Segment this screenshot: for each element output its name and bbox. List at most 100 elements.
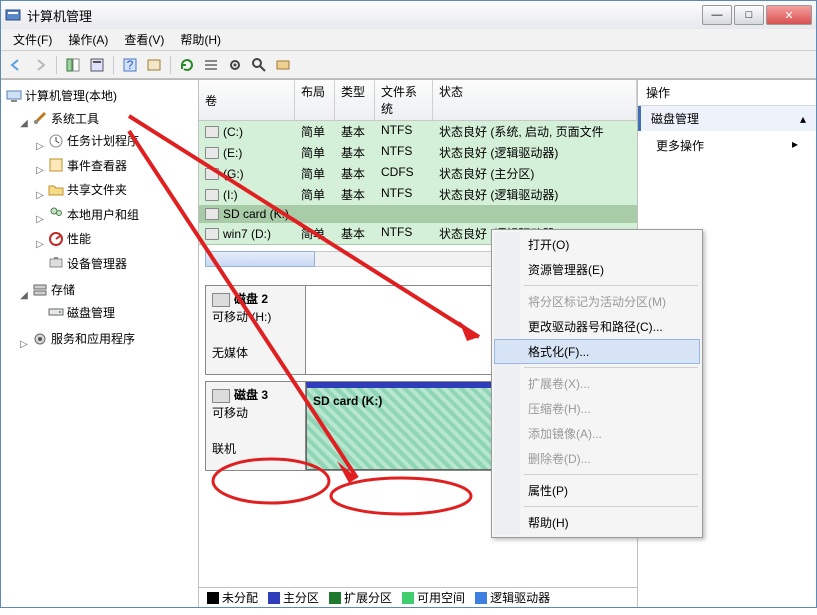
- legend-label: 逻辑驱动器: [490, 589, 550, 606]
- toolbar-icon-find[interactable]: [248, 54, 270, 76]
- title-bar[interactable]: 计算机管理 — □ ✕: [1, 1, 816, 29]
- vol-layout: 简单: [295, 122, 335, 141]
- vol-fs: CDFS: [375, 164, 433, 183]
- ctx-open[interactable]: 打开(O): [494, 232, 700, 257]
- tree-services[interactable]: 服务和应用程序: [29, 329, 138, 348]
- col-volume[interactable]: 卷: [199, 80, 295, 120]
- vol-name: (G:): [223, 167, 244, 181]
- disk-line: 可移动 (H:): [212, 308, 299, 326]
- tree-event-viewer[interactable]: 事件查看器: [45, 156, 130, 175]
- app-icon: [5, 7, 21, 23]
- menu-file[interactable]: 文件(F): [5, 29, 60, 50]
- collapse-icon[interactable]: ▴: [800, 112, 806, 126]
- tree-label: 服务和应用程序: [51, 330, 135, 347]
- disk-line: 联机: [212, 440, 299, 458]
- users-icon: [48, 206, 64, 222]
- volume-row[interactable]: (I:)简单基本NTFS状态良好 (逻辑驱动器): [199, 184, 637, 205]
- tree-storage[interactable]: 存储: [29, 280, 78, 299]
- partition-label: SD card (K:): [313, 394, 382, 408]
- minimize-button[interactable]: —: [702, 5, 732, 25]
- expander-icon[interactable]: ◢: [19, 290, 29, 301]
- vol-fs: NTFS: [375, 122, 433, 141]
- toolbar-icon-list[interactable]: [200, 54, 222, 76]
- expander-icon[interactable]: ▷: [19, 339, 29, 350]
- ctx-format[interactable]: 格式化(F)...: [494, 339, 700, 364]
- disk-info: 磁盘 3 可移动 联机: [206, 382, 306, 470]
- legend-label: 可用空间: [417, 589, 465, 606]
- col-status[interactable]: 状态: [433, 80, 637, 120]
- vol-type: 基本: [335, 122, 375, 141]
- swatch-primary: [268, 592, 280, 604]
- swatch-extended: [329, 592, 341, 604]
- actions-more[interactable]: 更多操作 ▸: [638, 131, 816, 160]
- col-type[interactable]: 类型: [335, 80, 375, 120]
- actions-diskmgmt-section[interactable]: 磁盘管理 ▴: [638, 106, 816, 131]
- tree-pane[interactable]: 计算机管理(本地) ◢系统工具 ▷任务计划程序 ▷事件查看器 ▷共享文件夹 ▷本…: [1, 80, 199, 607]
- volume-row[interactable]: (E:)简单基本NTFS状态良好 (逻辑驱动器): [199, 142, 637, 163]
- menu-help[interactable]: 帮助(H): [172, 29, 229, 50]
- vol-fs: NTFS: [375, 185, 433, 204]
- vol-name: SD card (K:): [223, 207, 289, 221]
- maximize-button[interactable]: □: [734, 5, 764, 25]
- vol-layout: 简单: [295, 143, 335, 162]
- nav-back-button[interactable]: [5, 54, 27, 76]
- tree-disk-management[interactable]: 磁盘管理: [45, 303, 118, 322]
- computer-icon: [6, 88, 22, 104]
- vol-type: 基本: [335, 164, 375, 183]
- tree-local-users[interactable]: 本地用户和组: [45, 205, 142, 224]
- help-button[interactable]: ?: [119, 54, 141, 76]
- tree-system-tools[interactable]: 系统工具: [29, 109, 102, 128]
- tree-root-label: 计算机管理(本地): [25, 87, 117, 104]
- ctx-properties[interactable]: 属性(P): [494, 478, 700, 503]
- volume-list-header[interactable]: 卷 布局 类型 文件系统 状态: [199, 80, 637, 121]
- col-layout[interactable]: 布局: [295, 80, 335, 120]
- expander-icon[interactable]: ◢: [19, 118, 29, 129]
- refresh-button[interactable]: [176, 54, 198, 76]
- volume-list[interactable]: 卷 布局 类型 文件系统 状态 (C:)简单基本NTFS状态良好 (系统, 启动…: [199, 80, 637, 245]
- volume-row[interactable]: (C:)简单基本NTFS状态良好 (系统, 启动, 页面文件: [199, 121, 637, 142]
- menu-bar: 文件(F) 操作(A) 查看(V) 帮助(H): [1, 29, 816, 51]
- vol-type: 基本: [335, 143, 375, 162]
- menu-operate[interactable]: 操作(A): [60, 29, 116, 50]
- volume-row[interactable]: SD card (K:): [199, 205, 637, 223]
- ctx-explorer[interactable]: 资源管理器(E): [494, 257, 700, 282]
- vol-fs: [375, 206, 433, 222]
- actions-more-label: 更多操作: [656, 137, 704, 154]
- services-icon: [32, 331, 48, 347]
- device-icon: [48, 255, 64, 271]
- toolbar-icon-b[interactable]: [272, 54, 294, 76]
- nav-fwd-button[interactable]: [29, 54, 51, 76]
- properties-button[interactable]: [86, 54, 108, 76]
- toolbar-icon-settings[interactable]: [224, 54, 246, 76]
- tree-shared-folders[interactable]: 共享文件夹: [45, 180, 130, 199]
- toolbar: ?: [1, 51, 816, 79]
- ctx-mirror: 添加镜像(A)...: [494, 421, 700, 446]
- vol-name: win7 (D:): [223, 227, 271, 241]
- close-button[interactable]: ✕: [766, 5, 812, 25]
- disk-line: 可移动: [212, 404, 299, 422]
- scrollbar-thumb[interactable]: [205, 251, 315, 267]
- drive-icon: [205, 228, 219, 240]
- vol-layout: [295, 206, 335, 222]
- tree-task-scheduler[interactable]: 任务计划程序: [45, 131, 142, 150]
- expander-icon[interactable]: ▷: [35, 239, 45, 250]
- tree-device-manager[interactable]: 设备管理器: [45, 254, 130, 273]
- expander-icon[interactable]: ▷: [35, 214, 45, 225]
- ctx-help[interactable]: 帮助(H): [494, 510, 700, 535]
- expander-icon[interactable]: ▷: [35, 190, 45, 201]
- svg-text:?: ?: [127, 58, 134, 72]
- expander-icon[interactable]: ▷: [35, 165, 45, 176]
- toolbar-icon-a[interactable]: [143, 54, 165, 76]
- menu-view[interactable]: 查看(V): [116, 29, 172, 50]
- show-hide-tree-button[interactable]: [62, 54, 84, 76]
- expander-icon[interactable]: ▷: [35, 141, 45, 152]
- tools-icon: [32, 110, 48, 126]
- tree-performance[interactable]: 性能: [45, 229, 94, 248]
- tree-root[interactable]: 计算机管理(本地): [3, 86, 120, 105]
- swatch-free: [402, 592, 414, 604]
- ctx-change-path[interactable]: 更改驱动器号和路径(C)...: [494, 314, 700, 339]
- legend-label: 扩展分区: [344, 589, 392, 606]
- col-fs[interactable]: 文件系统: [375, 80, 433, 120]
- tree-label: 磁盘管理: [67, 304, 115, 321]
- volume-row[interactable]: (G:)简单基本CDFS状态良好 (主分区): [199, 163, 637, 184]
